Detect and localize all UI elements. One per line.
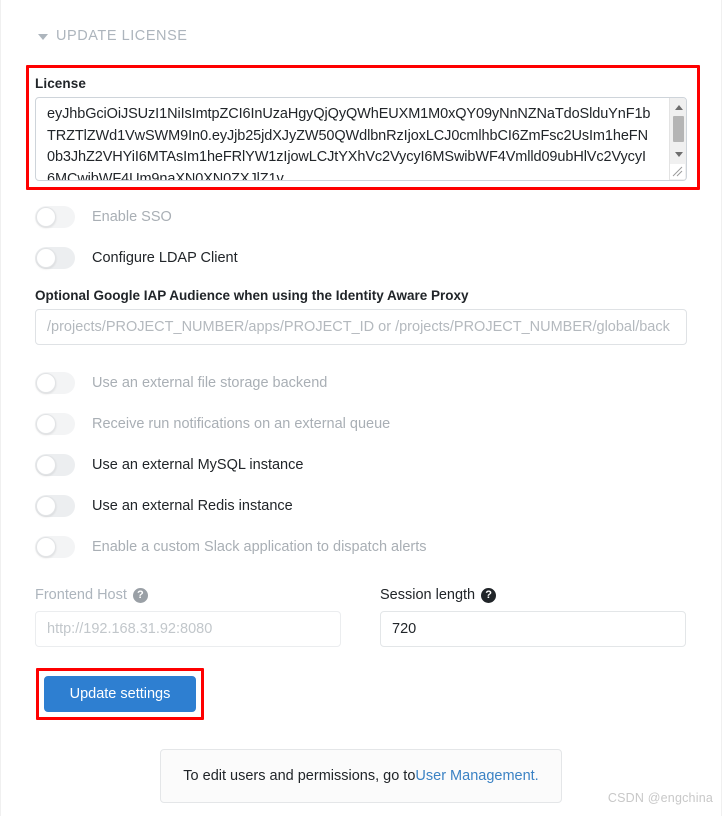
toggle-switch-external-file-storage[interactable] — [35, 371, 75, 394]
settings-page: UPDATE LICENSE License eyJhbGciOiJSUzI1N… — [0, 0, 722, 816]
update-settings-button[interactable]: Update settings — [44, 676, 196, 712]
caret-down-icon[interactable] — [38, 33, 48, 40]
update-license-section-header[interactable]: UPDATE LICENSE — [0, 0, 722, 44]
info-card-text: To edit users and permissions, go to — [183, 768, 416, 784]
toggle-row-external-file-storage[interactable]: Use an external file storage backend — [0, 362, 722, 403]
frontend-host-label-row: Frontend Host ? — [35, 585, 341, 605]
iap-audience-input[interactable] — [35, 309, 687, 345]
toggle-label-configure-ldap-client: Configure LDAP Client — [92, 249, 238, 266]
license-textarea-value[interactable]: eyJhbGciOiJSUzI1NiIsImtpZCI6InUzaHgyQjQy… — [47, 104, 651, 180]
frontend-host-input[interactable] — [35, 611, 341, 647]
user-management-info-card: To edit users and permissions, go to Use… — [160, 749, 562, 803]
toggle-label-external-mysql: Use an external MySQL instance — [92, 456, 304, 473]
toggle-switch-external-redis[interactable] — [35, 494, 75, 517]
host-session-field-row: Frontend Host ? Session length ? — [0, 585, 722, 647]
toggle-row-external-redis[interactable]: Use an external Redis instance — [0, 485, 722, 526]
scrollbar-thumb[interactable] — [673, 116, 684, 142]
toggle-switch-custom-slack-app[interactable] — [35, 535, 75, 558]
user-management-link[interactable]: User Management. — [415, 768, 538, 784]
toggle-row-custom-slack-app[interactable]: Enable a custom Slack application to dis… — [0, 526, 722, 567]
toggle-switch-enable-sso[interactable] — [35, 205, 75, 228]
frontend-host-field-group: Frontend Host ? — [35, 585, 341, 647]
toggle-label-external-queue-notifications: Receive run notifications on an external… — [92, 415, 391, 432]
toggle-label-enable-sso: Enable SSO — [92, 208, 172, 225]
license-label: License — [35, 76, 86, 91]
toggle-row-enable-sso[interactable]: Enable SSO — [0, 196, 722, 237]
toggle-row-configure-ldap-client[interactable]: Configure LDAP Client — [0, 237, 722, 278]
help-circle-icon[interactable]: ? — [132, 587, 148, 603]
section-title: UPDATE LICENSE — [56, 27, 188, 44]
license-field-group: License eyJhbGciOiJSUzI1NiIsImtpZCI6InUz… — [35, 76, 687, 181]
scroll-up-arrow-icon[interactable] — [670, 99, 686, 115]
help-circle-icon[interactable]: ? — [481, 587, 497, 603]
toggle-row-external-queue-notifications[interactable]: Receive run notifications on an external… — [0, 403, 722, 444]
frontend-host-label: Frontend Host — [35, 587, 127, 603]
resize-grip-icon[interactable] — [670, 164, 685, 179]
watermark: CSDN @engchina — [607, 791, 713, 805]
toggle-switch-configure-ldap-client[interactable] — [35, 246, 75, 269]
session-length-label: Session length — [380, 587, 476, 603]
toggle-switch-external-mysql[interactable] — [35, 453, 75, 476]
toggle-label-external-file-storage: Use an external file storage backend — [92, 374, 328, 391]
session-length-field-group: Session length ? — [380, 585, 686, 647]
toggle-group-auth: Enable SSO Configure LDAP Client — [0, 196, 722, 278]
toggle-group-backends: Use an external file storage backend Rec… — [0, 362, 722, 567]
session-length-input[interactable] — [380, 611, 686, 647]
toggle-switch-external-queue-notifications[interactable] — [35, 412, 75, 435]
toggle-label-custom-slack-app: Enable a custom Slack application to dis… — [92, 538, 427, 555]
scroll-down-arrow-icon[interactable] — [670, 146, 686, 162]
session-length-label-row: Session length ? — [380, 585, 686, 605]
toggle-label-external-redis: Use an external Redis instance — [92, 497, 293, 514]
iap-audience-label: Optional Google IAP Audience when using … — [35, 288, 469, 303]
license-textarea[interactable]: eyJhbGciOiJSUzI1NiIsImtpZCI6InUzaHgyQjQy… — [35, 97, 687, 181]
toggle-row-external-mysql[interactable]: Use an external MySQL instance — [0, 444, 722, 485]
iap-audience-field-group: Optional Google IAP Audience when using … — [0, 288, 722, 345]
